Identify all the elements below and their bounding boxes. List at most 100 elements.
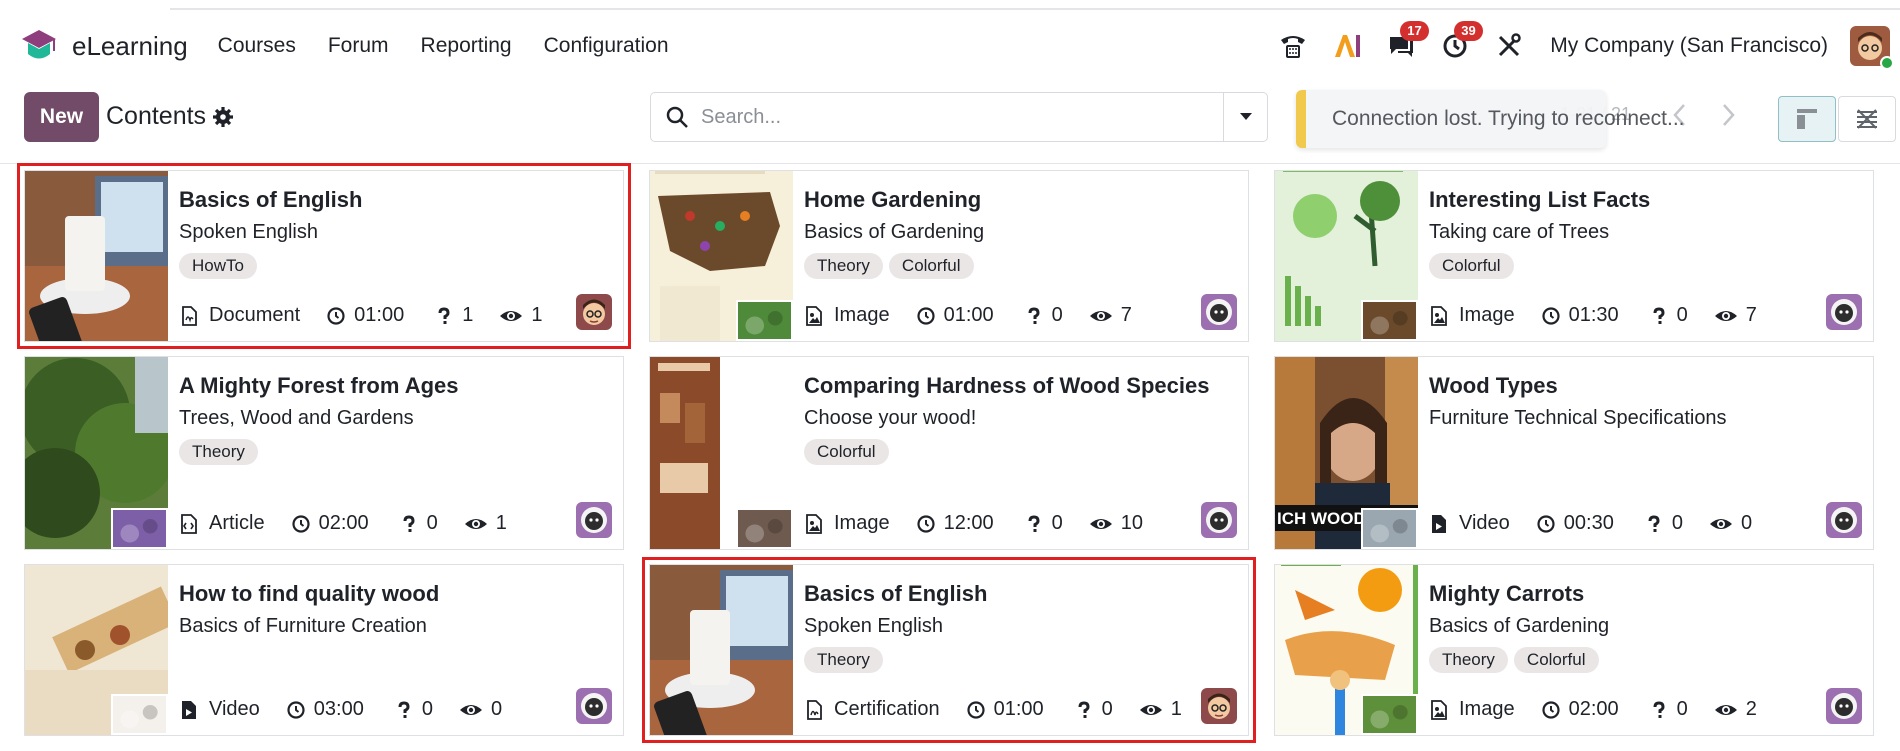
thumbnail-secondary-image: [736, 300, 793, 341]
document-icon: [179, 305, 199, 326]
views-count: 0: [490, 698, 503, 720]
thumbnail-secondary-image: [1361, 694, 1418, 735]
user-avatar[interactable]: [1201, 688, 1237, 724]
menu-forum[interactable]: Forum: [328, 34, 389, 58]
clock-icon: [1541, 700, 1560, 719]
chevron-right-icon[interactable]: [1714, 100, 1742, 130]
views-count: 1: [1170, 698, 1182, 720]
course-name: Basics of Gardening: [804, 221, 985, 243]
ai-icon[interactable]: [1330, 29, 1364, 63]
content-card[interactable]: ICH WOOD TYP Wood Types Furniture Techni…: [1274, 356, 1874, 550]
content-thumbnail: [25, 565, 168, 735]
content-title[interactable]: Basics of English: [179, 187, 362, 213]
user-avatar[interactable]: [576, 294, 612, 330]
content-card[interactable]: Comparing Hardness of Wood Species Choos…: [649, 356, 1249, 550]
content-type-label: Video: [1459, 512, 1510, 534]
content-title[interactable]: Basics of English: [804, 581, 987, 607]
content-title[interactable]: Comparing Hardness of Wood Species: [804, 373, 1209, 399]
content-title[interactable]: Mighty Carrots: [1429, 581, 1584, 607]
content-card[interactable]: A Mighty Forest from Ages Trees, Wood an…: [24, 356, 624, 550]
content-meta: Image 01:30 0 7: [1429, 304, 1757, 327]
content-card[interactable]: Interesting List Facts Taking care of Tr…: [1274, 170, 1874, 342]
question-icon: [398, 700, 410, 718]
gear-icon[interactable]: [212, 106, 234, 128]
content-thumbnail: [25, 357, 168, 549]
bot-avatar[interactable]: [1826, 688, 1862, 724]
content-title[interactable]: A Mighty Forest from Ages: [179, 373, 459, 399]
app-brand[interactable]: eLearning: [20, 27, 188, 65]
bot-avatar[interactable]: [1201, 294, 1237, 330]
questions-count: 0: [1101, 698, 1113, 720]
video-icon: [1429, 514, 1449, 534]
course-name: Trees, Wood and Gardens: [179, 407, 414, 429]
duration: 02:00: [291, 512, 369, 535]
tag-badge: Theory: [804, 253, 883, 279]
thumbnail-secondary-image: [111, 694, 168, 735]
course-name: Basics of Furniture Creation: [179, 615, 427, 637]
bot-avatar[interactable]: [1826, 294, 1862, 330]
duration-value: 01:00: [993, 698, 1044, 720]
course-name: Basics of Gardening: [1429, 615, 1610, 637]
search-icon: [666, 106, 688, 128]
bot-avatar[interactable]: [1201, 502, 1237, 538]
kanban-view-button[interactable]: [1778, 96, 1836, 142]
content-title[interactable]: How to find quality wood: [179, 581, 439, 607]
content-card[interactable]: Home Gardening Basics of Gardening Theor…: [649, 170, 1249, 342]
content-type-label: Article: [209, 512, 265, 534]
tools-icon[interactable]: [1492, 29, 1526, 63]
content-type: Image: [804, 304, 890, 327]
thumbnail-secondary-image: [1361, 300, 1418, 341]
eye-icon: [1714, 310, 1737, 321]
duration-value: 00:30: [1563, 512, 1614, 534]
messages-icon[interactable]: 17: [1384, 21, 1429, 63]
content-meta: Article 02:00 0 1: [179, 512, 507, 535]
content-thumbnail: [25, 171, 168, 341]
company-switcher[interactable]: My Company (San Francisco): [1550, 34, 1828, 58]
new-button[interactable]: New: [24, 92, 99, 142]
bot-avatar[interactable]: [576, 688, 612, 724]
user-avatar[interactable]: [1850, 26, 1894, 70]
questions-count: 0: [1676, 304, 1688, 326]
content-card[interactable]: Basics of English Spoken English HowTo D…: [17, 163, 631, 349]
content-type: Document: [179, 304, 300, 327]
content-meta: Image 12:00 0 10: [804, 512, 1143, 535]
views-count: 7: [1745, 304, 1757, 326]
messages-badge: 17: [1400, 21, 1429, 41]
bot-avatar[interactable]: [1826, 502, 1862, 538]
content-title[interactable]: Interesting List Facts: [1429, 187, 1650, 213]
menu-reporting[interactable]: Reporting: [421, 34, 512, 58]
views-count: 1: [531, 304, 543, 326]
content-type-label: Certification: [834, 698, 940, 720]
bot-avatar[interactable]: [576, 502, 612, 538]
views: 7: [1089, 304, 1132, 327]
content-title[interactable]: Wood Types: [1429, 373, 1558, 399]
search-options-toggle[interactable]: [1223, 93, 1267, 141]
content-type: Video: [179, 698, 260, 721]
questions: 0: [1644, 512, 1683, 535]
list-view-button[interactable]: [1838, 96, 1896, 142]
activities-icon[interactable]: 39: [1438, 21, 1483, 63]
content-card[interactable]: How to find quality wood Basics of Furni…: [24, 564, 624, 736]
search-input[interactable]: [701, 105, 1223, 129]
questions: 0: [399, 512, 438, 535]
menu-courses[interactable]: Courses: [218, 34, 296, 58]
tag-list: Theory: [804, 647, 889, 673]
content-card[interactable]: Mighty Carrots Basics of Gardening Theor…: [1274, 564, 1874, 736]
content-meta: Document 01:00 1 1: [179, 304, 542, 327]
content-card[interactable]: Basics of English Spoken English Theory …: [642, 557, 1256, 743]
video-icon: [179, 700, 199, 720]
tag-list: Theory Colorful: [1429, 647, 1605, 673]
views-count: 0: [1740, 512, 1753, 534]
content-meta: Certification 01:00 0 1: [804, 698, 1182, 721]
questions: 0: [1649, 698, 1688, 721]
duration: 01:00: [326, 304, 404, 327]
phone-icon[interactable]: [1276, 29, 1310, 63]
tag-list: Theory: [179, 439, 264, 465]
content-meta: Image 02:00 0 2: [1429, 698, 1757, 721]
content-type: Image: [1429, 698, 1515, 721]
eye-icon: [1089, 310, 1112, 321]
questions: 1: [434, 304, 473, 327]
content-title[interactable]: Home Gardening: [804, 187, 981, 213]
content-meta: Video 03:00 0 0: [179, 698, 502, 721]
menu-configuration[interactable]: Configuration: [544, 34, 669, 58]
